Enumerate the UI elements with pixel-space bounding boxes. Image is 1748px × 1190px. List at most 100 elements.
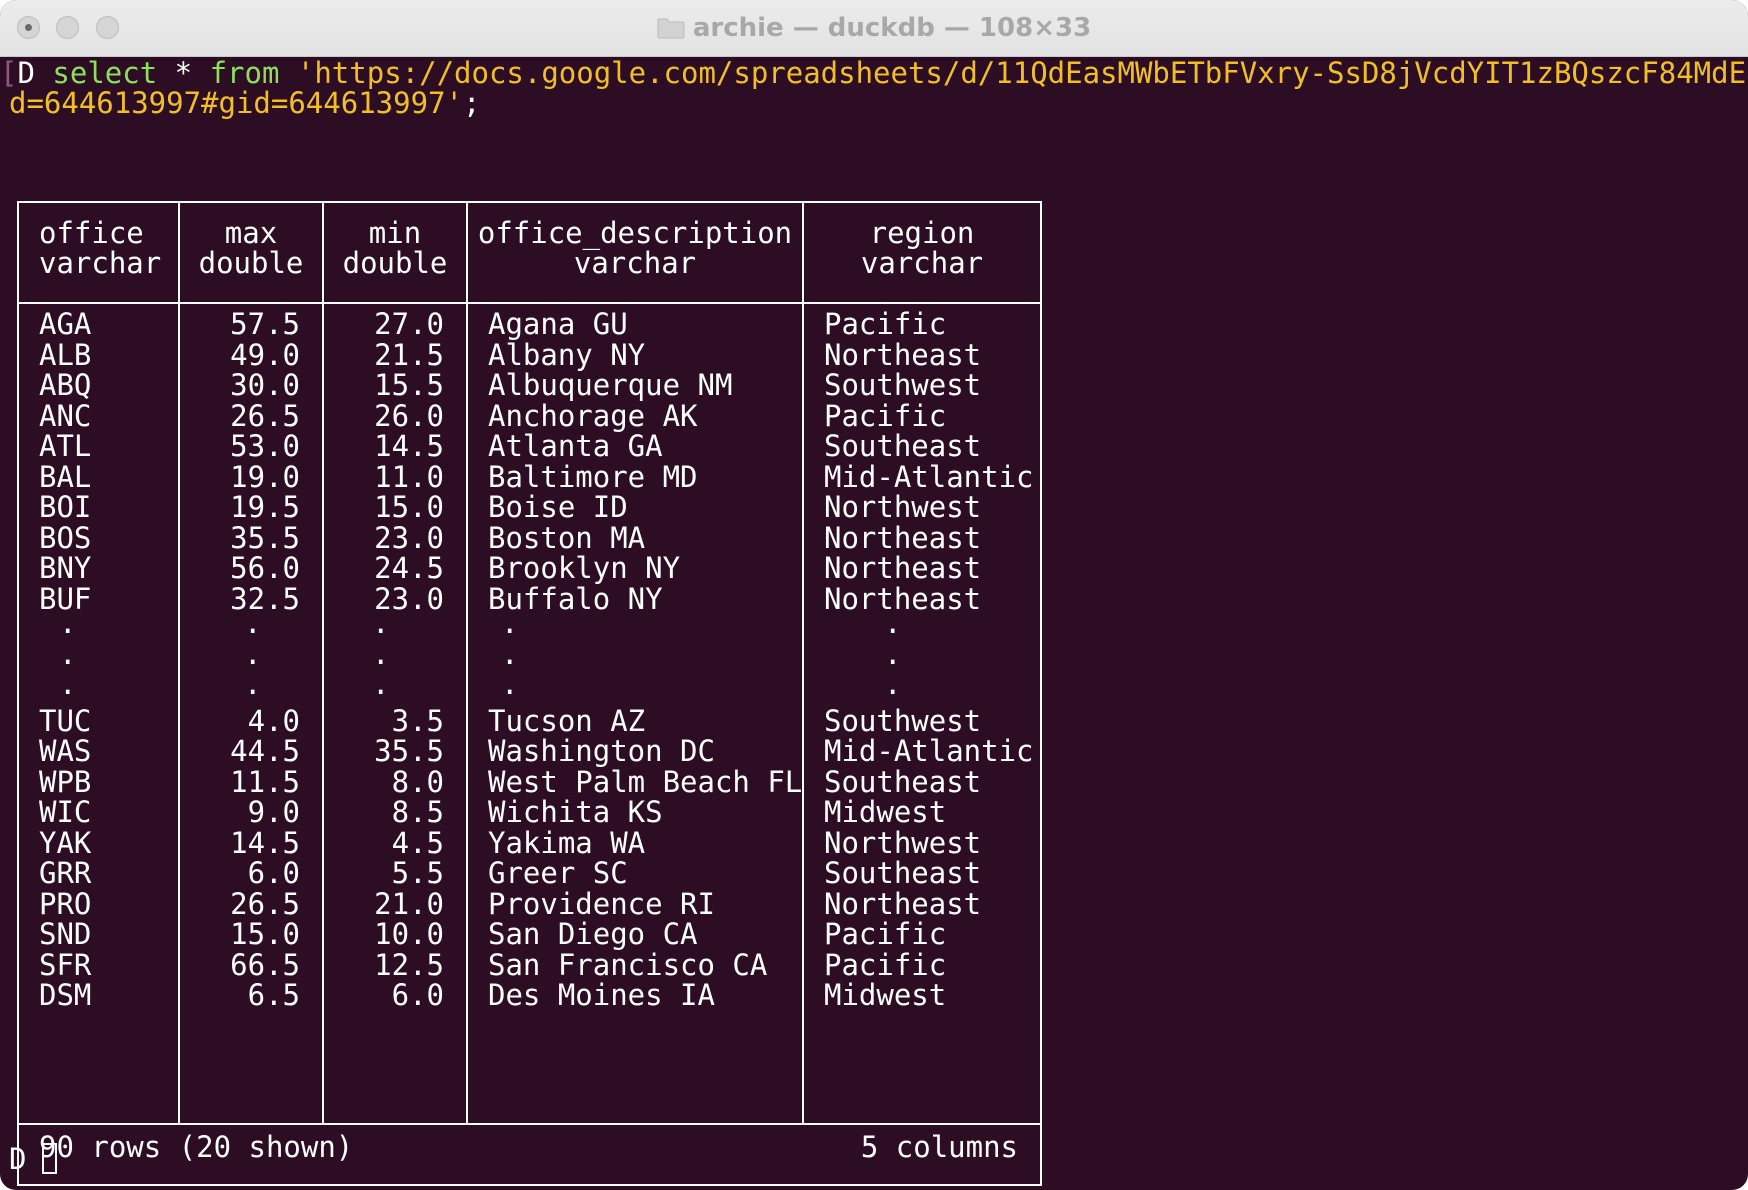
table-cell: Pacific <box>824 307 947 341</box>
table-cell: BOS <box>39 520 92 555</box>
table-cell: Southwest <box>824 368 982 402</box>
column-header-type: varchar <box>39 246 162 280</box>
table-cell: SFR <box>39 947 92 982</box>
folder-icon <box>657 17 685 39</box>
table-cell: 6.0 <box>391 978 444 1012</box>
column-header-name: office <box>39 216 144 250</box>
table-cell: Agana GU <box>488 307 628 341</box>
table-cell: BNY <box>39 551 92 585</box>
table-cell: BAL <box>39 459 92 494</box>
table-cell: 35.5 <box>374 734 444 768</box>
table-cell: 21.5 <box>374 337 444 372</box>
table-cell: Southeast <box>824 429 982 463</box>
table-cell: Mid-Atlantic <box>824 459 1034 494</box>
table-cell: 14.5 <box>230 825 300 860</box>
table-cell: BOI <box>39 490 92 524</box>
column-header-type: double <box>342 246 448 280</box>
table-cell: 4.0 <box>247 703 300 738</box>
table-cell: Providence RI <box>488 886 715 921</box>
ellipsis-dot: . <box>884 636 902 671</box>
ellipsis-dot: . <box>244 667 262 701</box>
table-cell: Southeast <box>824 856 982 890</box>
table-cell: Albuquerque NM <box>488 368 733 402</box>
table-cell: 27.0 <box>374 307 444 341</box>
table-cell: Des Moines IA <box>488 978 715 1012</box>
table-cell: ALB <box>39 337 92 372</box>
table-cell: 44.5 <box>230 734 300 768</box>
table-cell: San Francisco CA <box>488 947 768 982</box>
command-line-2: d=644613997#gid=644613997'; <box>9 86 480 120</box>
table-cell: 15.0 <box>230 917 300 951</box>
table-cell: 53.0 <box>230 429 300 463</box>
table-cell: Albany NY <box>488 337 646 372</box>
command-line-1: [D select * from 'https://docs.google.co… <box>0 56 1748 90</box>
column-header-name: region <box>869 216 975 250</box>
table-cell: 26.5 <box>230 886 300 921</box>
ellipsis-dot: . <box>372 667 390 701</box>
table-cell: Greer SC <box>488 856 628 890</box>
column-header-name: min <box>368 216 422 250</box>
table-cell: Baltimore MD <box>488 459 698 494</box>
column-header-name: office_description <box>477 216 793 250</box>
table-cell: 8.0 <box>391 764 444 799</box>
table-cell: 4.5 <box>391 825 444 860</box>
table-cell: Washington DC <box>488 734 715 768</box>
prompt-symbol-2: D <box>9 1142 27 1176</box>
url-string-part1: 'https://docs.google.com/spreadsheets/d/… <box>296 56 1748 90</box>
table-cell: 11.5 <box>230 764 300 799</box>
window-title: archie — duckdb — 108×33 <box>692 13 1092 43</box>
statement-terminator: ; <box>462 86 481 120</box>
ellipsis-dot: . <box>884 667 902 701</box>
table-cell: DSM <box>39 978 92 1012</box>
ellipsis-dot: . <box>501 667 519 701</box>
table-cell: 10.0 <box>374 917 444 951</box>
table-cell: 56.0 <box>230 551 300 585</box>
prompt-line-2[interactable]: D <box>9 1142 26 1176</box>
text-cursor <box>42 1143 57 1174</box>
ellipsis-dot: . <box>59 636 77 671</box>
header-divider <box>19 302 1040 304</box>
column-header-name: max <box>224 216 278 250</box>
table-cell: Southeast <box>824 764 982 799</box>
footer-divider <box>19 1123 1040 1125</box>
keyword-select: select <box>52 56 158 90</box>
table-cell: 14.5 <box>374 429 444 463</box>
ellipsis-dot: . <box>244 636 262 671</box>
table-cell: Northeast <box>824 581 982 616</box>
table-cell: Midwest <box>824 795 947 829</box>
table-cell: 35.5 <box>230 520 300 555</box>
table-cell: Northeast <box>824 886 982 921</box>
table-cell: 19.0 <box>230 459 300 494</box>
cursor-bracket-left: [ <box>0 56 18 90</box>
ellipsis-dot: . <box>372 606 390 640</box>
table-cell: ATL <box>39 429 92 463</box>
table-cell: Northwest <box>824 490 982 524</box>
table-cell: 26.0 <box>374 398 444 433</box>
table-cell: YAK <box>39 825 92 860</box>
row-count-footer: 90 rows (20 shown) <box>39 1130 354 1164</box>
table-cell: Pacific <box>824 398 947 433</box>
result-table: office varchar max double min double office_de… <box>17 201 1042 1186</box>
table-cell: 32.5 <box>230 581 300 616</box>
table-cell: Northeast <box>824 551 982 585</box>
table-cell: SND <box>39 917 92 951</box>
column-divider <box>802 203 804 1125</box>
table-cell: PRO <box>39 886 92 921</box>
table-cell: 8.5 <box>391 795 444 829</box>
table-cell: Buffalo NY <box>488 581 663 616</box>
column-header-type: varchar <box>573 246 697 280</box>
table-cell: ABQ <box>39 368 92 402</box>
table-cell: ANC <box>39 398 92 433</box>
table-cell: 3.5 <box>391 703 444 738</box>
table-cell: Pacific <box>824 917 947 951</box>
table-cell: GRR <box>39 856 92 890</box>
table-cell: Northeast <box>824 520 982 555</box>
table-cell: Brooklyn NY <box>488 551 681 585</box>
keyword-from: from <box>209 56 280 90</box>
table-cell: Midwest <box>824 978 947 1012</box>
table-cell: WPB <box>39 764 92 799</box>
table-cell: Pacific <box>824 947 947 982</box>
ellipsis-dot: . <box>59 606 77 640</box>
column-divider <box>466 203 468 1125</box>
table-cell: 6.0 <box>247 856 300 890</box>
